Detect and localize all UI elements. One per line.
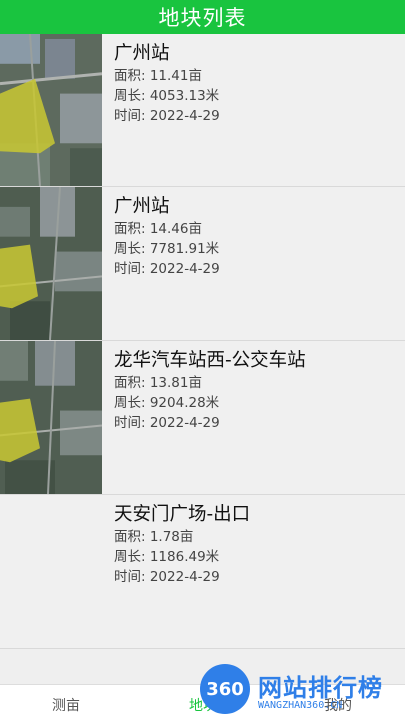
plot-thumbnail [0,34,102,186]
plot-perimeter: 周长: 9204.28米 [114,395,220,411]
tab-mine[interactable]: 我的 [324,695,352,715]
plot-area: 面积: 1.78亩 [114,529,194,545]
plot-time: 时间: 2022-4-29 [114,108,220,124]
plot-perimeter: 周长: 7781.91米 [114,241,220,257]
plot-list-item[interactable]: 广州站 面积: 14.46亩 周长: 7781.91米 时间: 2022-4-2… [0,187,405,341]
plot-thumbnail [0,341,102,494]
plot-list-item[interactable]: 广州站 面积: 11.41亩 周长: 4053.13米 时间: 2022-4-2… [0,34,405,187]
tab-plots[interactable]: 地块 [189,695,217,715]
page-title: 地块列表 [0,0,405,34]
plot-time: 时间: 2022-4-29 [114,569,220,585]
plot-name: 广州站 [114,196,170,217]
plot-area: 面积: 14.46亩 [114,221,202,237]
tab-survey[interactable]: 测亩 [52,695,80,715]
list-footer-space [0,650,405,684]
plot-name: 广州站 [114,43,170,64]
plot-name: 天安门广场-出口 [114,504,251,525]
bottom-tab-bar: 测亩 地块 我的 [0,684,405,721]
plot-perimeter: 周长: 4053.13米 [114,88,220,104]
plot-name: 龙华汽车站西-公交车站 [114,350,306,371]
plot-list: 广州站 面积: 11.41亩 周长: 4053.13米 时间: 2022-4-2… [0,34,405,649]
plot-list-item[interactable]: 天安门广场-出口 面积: 1.78亩 周长: 1186.49米 时间: 2022… [0,495,405,649]
plot-thumbnail [0,495,102,648]
plot-area: 面积: 11.41亩 [114,68,202,84]
plot-time: 时间: 2022-4-29 [114,415,220,431]
plot-perimeter: 周长: 1186.49米 [114,549,220,565]
plot-time: 时间: 2022-4-29 [114,261,220,277]
plot-list-item[interactable]: 龙华汽车站西-公交车站 面积: 13.81亩 周长: 9204.28米 时间: … [0,341,405,495]
plot-thumbnail [0,187,102,340]
plot-area: 面积: 13.81亩 [114,375,202,391]
